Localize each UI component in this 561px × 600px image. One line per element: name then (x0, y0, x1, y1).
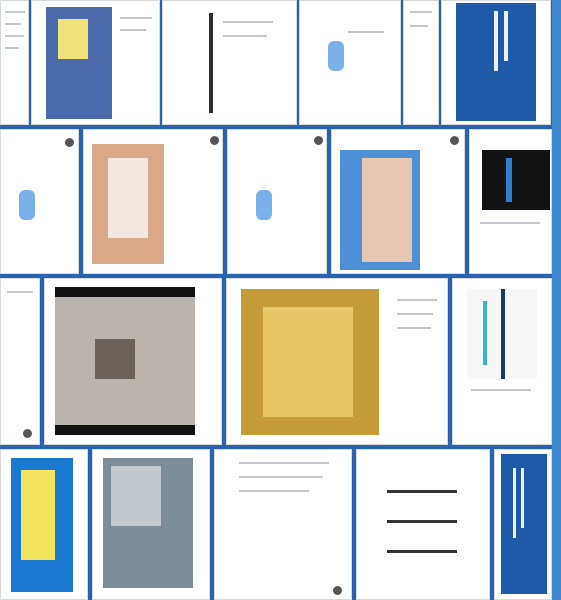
post-tile[interactable] (44, 278, 222, 445)
post-tile[interactable] (92, 449, 210, 600)
post-tile[interactable] (227, 129, 327, 274)
banner-image (501, 454, 547, 594)
post-tile[interactable] (299, 0, 401, 125)
post-collage (0, 0, 561, 600)
dark-card-image (482, 150, 550, 210)
collage-column-1 (0, 0, 553, 600)
edge-strip (552, 0, 561, 600)
post-tile[interactable] (31, 0, 160, 125)
post-tile[interactable] (226, 278, 448, 445)
post-tile[interactable] (441, 0, 551, 125)
handwriting-image (371, 460, 475, 590)
post-tile[interactable] (214, 449, 352, 600)
post-tile[interactable] (83, 129, 223, 274)
post-tile[interactable] (0, 278, 40, 445)
post-tile[interactable] (494, 449, 552, 600)
post-tile[interactable] (452, 278, 552, 445)
post-tile[interactable] (403, 0, 439, 125)
post-tile[interactable] (331, 129, 465, 274)
post-tile[interactable] (0, 449, 88, 600)
promo-button[interactable] (19, 190, 35, 220)
post-tile[interactable] (0, 0, 29, 125)
post-tile[interactable] (356, 449, 490, 600)
promo-button[interactable] (256, 190, 272, 220)
post-tile[interactable] (0, 129, 79, 274)
promo-button[interactable] (328, 41, 344, 71)
post-tile[interactable] (469, 129, 552, 274)
post-tile[interactable] (162, 0, 297, 125)
